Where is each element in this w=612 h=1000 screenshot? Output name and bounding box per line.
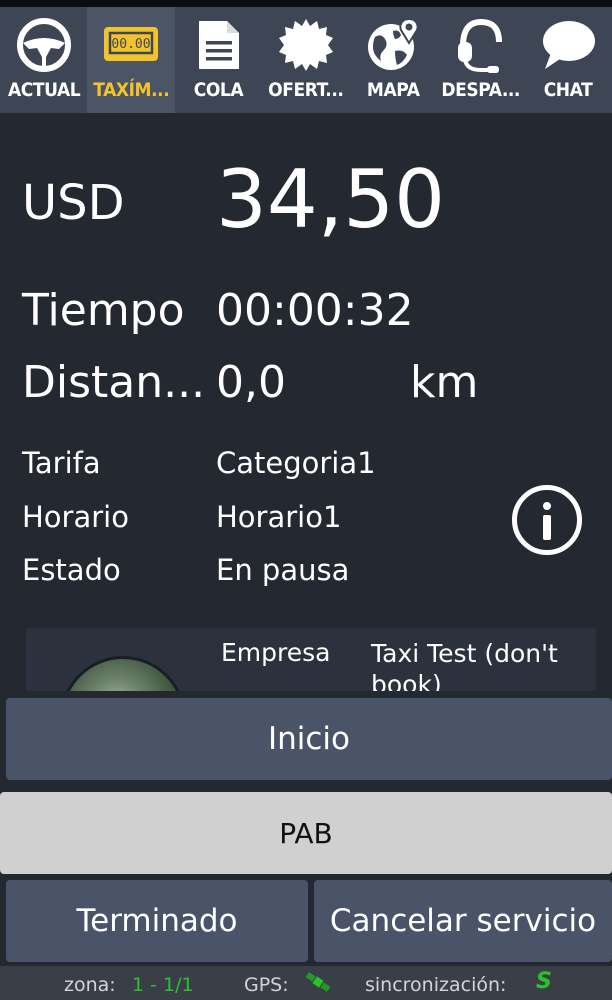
tab-label: COLA bbox=[193, 79, 244, 101]
tab-despacho[interactable]: DESPA... bbox=[437, 7, 524, 113]
fare-amount: 34,50 bbox=[216, 153, 446, 246]
tab-mapa[interactable]: MAPA bbox=[350, 7, 437, 113]
tab-bar: ACTUAL 00.00 TAXÍM... COLA OFERT... MAPA… bbox=[0, 7, 612, 113]
company-value: Taxi Test (don't book) bbox=[371, 639, 558, 691]
taximeter-display: 00.00 bbox=[112, 37, 151, 52]
company-logo bbox=[60, 656, 186, 691]
fare-label: Tarifa bbox=[22, 446, 101, 480]
zone-value: 1 - 1/1 bbox=[132, 974, 194, 996]
currency-label: USD bbox=[22, 175, 125, 231]
time-value: 00:00:32 bbox=[216, 285, 414, 336]
headset-icon bbox=[451, 17, 511, 73]
tab-chat[interactable]: CHAT bbox=[525, 7, 612, 113]
steering-wheel-icon bbox=[14, 17, 74, 73]
schedule-value: Horario1 bbox=[216, 500, 342, 534]
time-label: Tiempo bbox=[22, 285, 185, 336]
sync-label: sincronización: bbox=[365, 974, 507, 996]
fare-value: Categoria1 bbox=[216, 446, 376, 480]
taximeter-icon: 00.00 bbox=[101, 17, 161, 73]
distance-value: 0,0 bbox=[216, 357, 286, 408]
tab-label: DESPA... bbox=[441, 79, 521, 101]
chat-bubble-icon bbox=[538, 17, 598, 73]
globe-pin-icon bbox=[363, 17, 423, 73]
system-status-strip bbox=[0, 0, 612, 7]
tab-ofertas[interactable]: OFERT... bbox=[262, 7, 349, 113]
status-bar: zona: 1 - 1/1 GPS: sincronización: S bbox=[0, 966, 612, 1000]
tab-label: TAXÍM... bbox=[93, 79, 170, 101]
info-button[interactable] bbox=[512, 485, 582, 555]
tab-cola[interactable]: COLA bbox=[175, 7, 262, 113]
tab-label: OFERT... bbox=[268, 79, 344, 101]
info-icon bbox=[543, 502, 551, 510]
gps-satellite-icon bbox=[304, 970, 332, 999]
document-icon bbox=[189, 17, 249, 73]
state-value: En pausa bbox=[216, 553, 350, 587]
badge-icon bbox=[276, 17, 336, 73]
zone-label: zona: bbox=[64, 974, 116, 996]
pab-button[interactable]: PAB bbox=[0, 792, 612, 874]
sync-status-icon: S bbox=[536, 969, 552, 994]
schedule-label: Horario bbox=[22, 500, 129, 534]
company-label: Empresa bbox=[221, 638, 331, 667]
state-label: Estado bbox=[22, 553, 121, 587]
distance-unit: km bbox=[410, 357, 479, 408]
taximeter-panel: USD 34,50 Tiempo 00:00:32 Distan... 0,0 … bbox=[0, 113, 612, 691]
tab-actual[interactable]: ACTUAL bbox=[0, 7, 87, 113]
tab-label: MAPA bbox=[367, 79, 420, 101]
tab-label: ACTUAL bbox=[7, 79, 81, 101]
tab-taximetro[interactable]: 00.00 TAXÍM... bbox=[87, 7, 175, 113]
tab-label: CHAT bbox=[543, 79, 593, 101]
gps-label: GPS: bbox=[244, 974, 289, 996]
company-card[interactable]: Empresa Taxi Test (don't book) bbox=[26, 628, 596, 691]
cancel-service-button[interactable]: Cancelar servicio bbox=[314, 880, 612, 962]
start-button[interactable]: Inicio bbox=[6, 698, 612, 780]
finished-button[interactable]: Terminado bbox=[6, 880, 308, 962]
distance-label: Distan... bbox=[22, 357, 206, 408]
